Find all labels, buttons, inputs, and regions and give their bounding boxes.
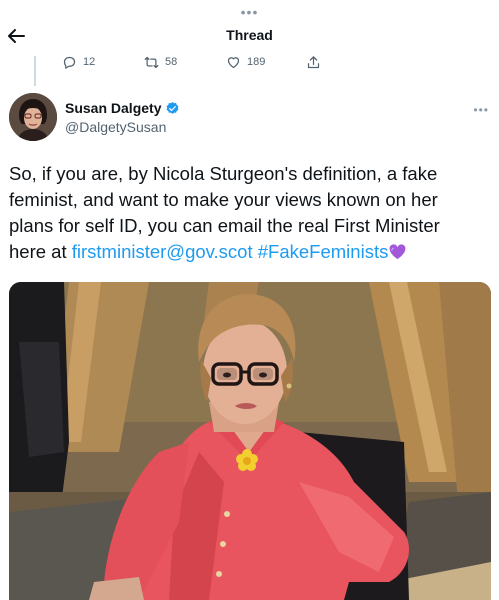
tweet-media-photo[interactable]: [9, 282, 491, 600]
thread-header: Thread: [0, 22, 499, 50]
like-button[interactable]: 189: [226, 53, 265, 71]
purple-heart-icon: [389, 244, 406, 260]
heart-outline-icon: [227, 56, 240, 68]
photo-content: [9, 282, 491, 600]
like-count: 189: [247, 56, 266, 68]
reply-icon: [63, 56, 76, 69]
hashtag-link[interactable]: #FakeFeminists: [258, 241, 389, 262]
reply-button[interactable]: 12: [62, 53, 95, 71]
author-handle[interactable]: @DalgetySusan: [65, 119, 180, 135]
reply-count: 12: [83, 56, 96, 68]
page-title: Thread: [226, 27, 273, 43]
thread-connector-line: [34, 56, 36, 86]
retweet-button[interactable]: 58: [144, 53, 177, 71]
author-display-name[interactable]: Susan Dalgety: [65, 100, 161, 116]
more-options-button[interactable]: •••: [473, 103, 489, 117]
email-link[interactable]: firstminister@gov.scot: [72, 241, 253, 262]
retweet-icon: [144, 56, 159, 68]
retweet-count: 58: [165, 56, 178, 68]
verified-badge-icon: [167, 101, 179, 114]
share-button[interactable]: [306, 53, 321, 71]
drag-handle-dots: •••: [240, 4, 259, 20]
tweet-text: So, if you are, by Nicola Sturgeon's def…: [9, 161, 479, 265]
avatar[interactable]: [9, 93, 57, 141]
tweet-author[interactable]: Susan Dalgety @DalgetySusan: [65, 100, 180, 135]
profile-photo: [9, 93, 57, 141]
share-icon: [307, 55, 320, 68]
